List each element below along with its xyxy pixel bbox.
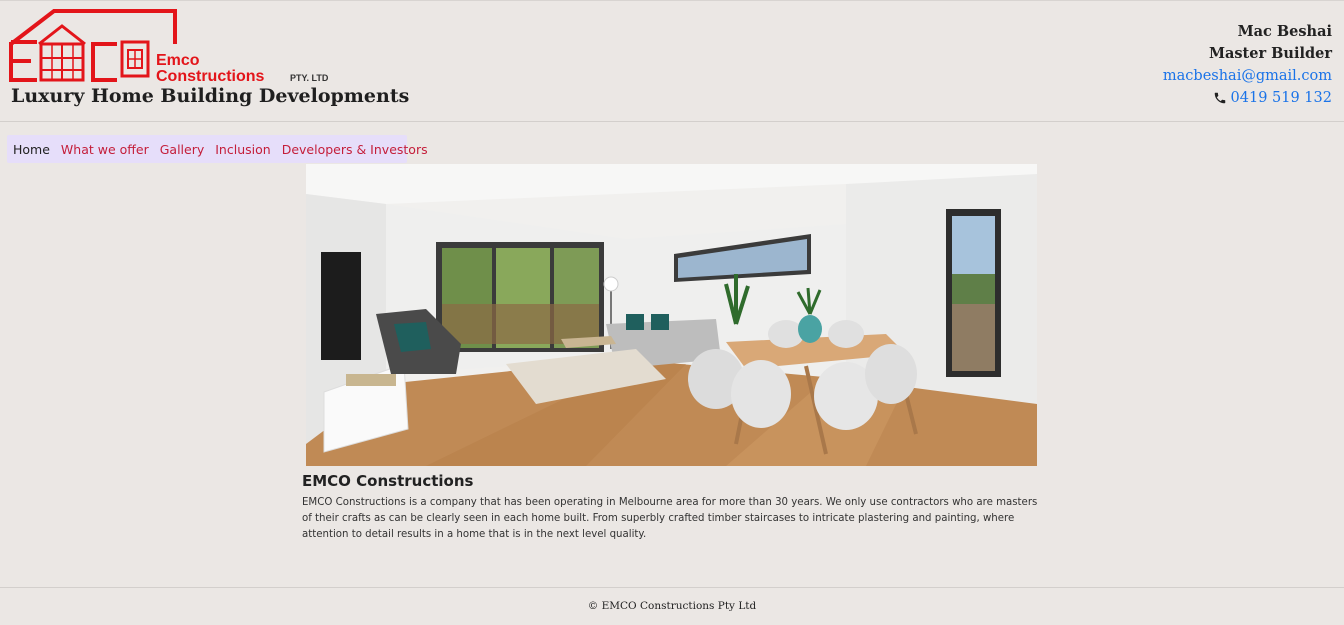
nav-item-inclusion[interactable]: Inclusion <box>215 142 270 157</box>
content-title: EMCO Constructions <box>302 472 474 490</box>
logo-word-constructions: Constructions <box>156 68 265 85</box>
site-tagline: Luxury Home Building Developments <box>11 85 410 107</box>
phone-link[interactable]: 0419 519 132 <box>1231 87 1332 109</box>
nav-item-what-we-offer[interactable]: What we offer <box>61 142 149 157</box>
contact-role: Master Builder <box>1208 45 1332 62</box>
nav-item-home[interactable]: Home <box>13 142 50 157</box>
contact-name: Mac Beshai <box>1237 23 1332 40</box>
footer-copyright: © EMCO Constructions Pty Ltd <box>587 600 757 612</box>
contact-block: Mac Beshai Master Builder macbeshai@gmai… <box>1163 21 1332 109</box>
hero-image <box>306 164 1037 466</box>
main-nav: Home What we offer Gallery Inclusion Dev… <box>7 135 428 163</box>
site-header: Emco Constructions PTY. LTD Luxury Home … <box>0 1 1344 122</box>
phone-icon <box>1214 92 1225 104</box>
site-logo[interactable]: Emco Constructions PTY. LTD <box>9 8 339 86</box>
nav-item-developers-investors[interactable]: Developers & Investors <box>282 142 428 157</box>
living-room-photo <box>306 164 1037 466</box>
nav-item-gallery[interactable]: Gallery <box>160 142 205 157</box>
emco-logo-icon: Emco Constructions PTY. LTD <box>9 9 329 85</box>
email-link[interactable]: macbeshai@gmail.com <box>1163 68 1332 84</box>
logo-suffix: PTY. LTD <box>290 73 329 83</box>
content-body: EMCO Constructions is a company that has… <box>302 497 1038 540</box>
footer-divider <box>0 587 1344 588</box>
logo-word-emco: Emco <box>156 52 200 69</box>
